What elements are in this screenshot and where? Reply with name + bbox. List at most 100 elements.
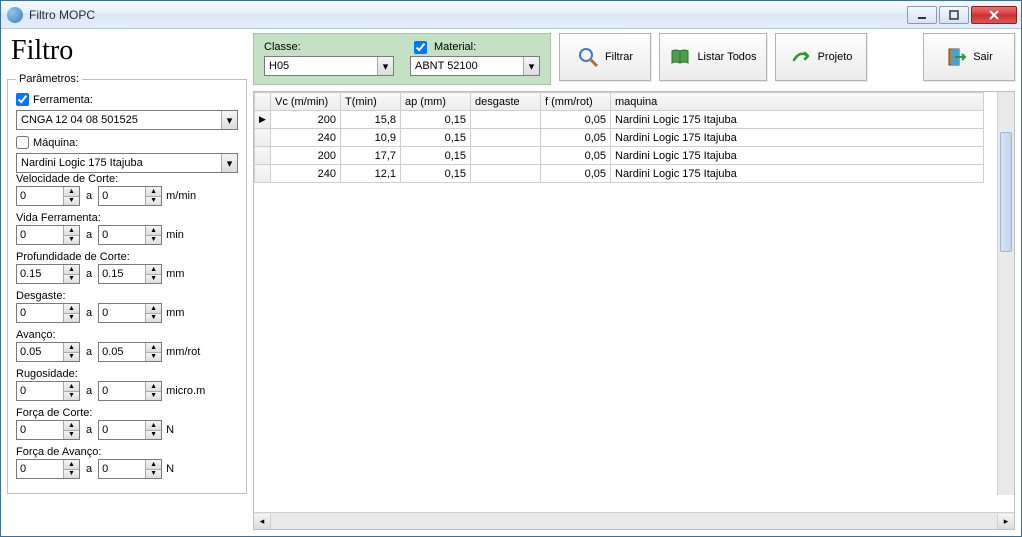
spin-input[interactable]: [99, 382, 145, 400]
spin-input[interactable]: [17, 265, 63, 283]
range-to-input[interactable]: ▲▼: [98, 264, 162, 284]
chevron-down-icon[interactable]: ▾: [221, 111, 237, 129]
spin-up-icon[interactable]: ▲: [64, 421, 79, 431]
spin-down-icon[interactable]: ▼: [146, 236, 161, 245]
spin-up-icon[interactable]: ▲: [146, 382, 161, 392]
spin-down-icon[interactable]: ▼: [64, 353, 79, 362]
maquina-check-wrap[interactable]: Máquina:: [16, 136, 238, 149]
grid-header[interactable]: Vc (m/min): [271, 93, 341, 111]
spin-down-icon[interactable]: ▼: [146, 275, 161, 284]
spin-up-icon[interactable]: ▲: [146, 304, 161, 314]
spin-down-icon[interactable]: ▼: [64, 392, 79, 401]
range-to-input[interactable]: ▲▼: [98, 420, 162, 440]
spin-down-icon[interactable]: ▼: [64, 470, 79, 479]
range-from-input[interactable]: ▲▼: [16, 303, 80, 323]
spin-down-icon[interactable]: ▼: [146, 392, 161, 401]
grid-cell[interactable]: 240: [271, 129, 341, 147]
spin-up-icon[interactable]: ▲: [64, 265, 79, 275]
range-to-input[interactable]: ▲▼: [98, 303, 162, 323]
grid-cell[interactable]: Nardini Logic 175 Itajuba: [611, 129, 984, 147]
grid-cell[interactable]: 0,15: [401, 111, 471, 129]
projeto-button[interactable]: Projeto: [775, 33, 867, 81]
spin-up-icon[interactable]: ▲: [64, 382, 79, 392]
minimize-button[interactable]: [907, 6, 937, 24]
chevron-down-icon[interactable]: ▾: [377, 57, 393, 75]
spin-input[interactable]: [17, 304, 63, 322]
grid-header[interactable]: desgaste: [471, 93, 541, 111]
spin-down-icon[interactable]: ▼: [146, 470, 161, 479]
ferramenta-checkbox[interactable]: [16, 93, 29, 106]
close-button[interactable]: [971, 6, 1017, 24]
maquina-checkbox[interactable]: [16, 136, 29, 149]
spin-down-icon[interactable]: ▼: [146, 314, 161, 323]
spin-input[interactable]: [99, 460, 145, 478]
range-to-input[interactable]: ▲▼: [98, 342, 162, 362]
scrollbar-thumb[interactable]: [1000, 132, 1012, 252]
spin-down-icon[interactable]: ▼: [146, 431, 161, 440]
grid-cell[interactable]: 15,8: [341, 111, 401, 129]
ferramenta-check-wrap[interactable]: Ferramenta:: [16, 93, 238, 106]
grid-cell[interactable]: 0,05: [541, 129, 611, 147]
range-to-input[interactable]: ▲▼: [98, 381, 162, 401]
spin-input[interactable]: [99, 343, 145, 361]
spin-input[interactable]: [17, 382, 63, 400]
scroll-right-icon[interactable]: ▸: [997, 514, 1014, 529]
spin-input[interactable]: [99, 187, 145, 205]
spin-up-icon[interactable]: ▲: [146, 421, 161, 431]
grid-cell[interactable]: [471, 111, 541, 129]
spin-input[interactable]: [17, 187, 63, 205]
spin-up-icon[interactable]: ▲: [146, 343, 161, 353]
range-from-input[interactable]: ▲▼: [16, 420, 80, 440]
grid-cell[interactable]: Nardini Logic 175 Itajuba: [611, 111, 984, 129]
grid-header[interactable]: T(min): [341, 93, 401, 111]
grid-cell[interactable]: 10,9: [341, 129, 401, 147]
range-from-input[interactable]: ▲▼: [16, 225, 80, 245]
grid-cell[interactable]: 0,05: [541, 111, 611, 129]
range-to-input[interactable]: ▲▼: [98, 225, 162, 245]
grid-cell[interactable]: 0,15: [401, 147, 471, 165]
range-from-input[interactable]: ▲▼: [16, 381, 80, 401]
spin-input[interactable]: [99, 265, 145, 283]
spin-up-icon[interactable]: ▲: [64, 187, 79, 197]
material-checkbox[interactable]: [414, 41, 427, 54]
spin-down-icon[interactable]: ▼: [64, 275, 79, 284]
grid-cell[interactable]: Nardini Logic 175 Itajuba: [611, 147, 984, 165]
spin-down-icon[interactable]: ▼: [64, 236, 79, 245]
grid-cell[interactable]: Nardini Logic 175 Itajuba: [611, 165, 984, 183]
grid-cell[interactable]: [471, 165, 541, 183]
grid-cell[interactable]: 0,15: [401, 129, 471, 147]
grid-cell[interactable]: 0,15: [401, 165, 471, 183]
spin-input[interactable]: [99, 304, 145, 322]
spin-up-icon[interactable]: ▲: [64, 460, 79, 470]
spin-input[interactable]: [17, 226, 63, 244]
grid-header[interactable]: f (mm/rot): [541, 93, 611, 111]
grid-cell[interactable]: 0,05: [541, 165, 611, 183]
range-from-input[interactable]: ▲▼: [16, 342, 80, 362]
spin-down-icon[interactable]: ▼: [64, 197, 79, 206]
chevron-down-icon[interactable]: ▾: [221, 154, 237, 172]
spin-up-icon[interactable]: ▲: [146, 226, 161, 236]
grid-cell[interactable]: 0,05: [541, 147, 611, 165]
filtrar-button[interactable]: Filtrar: [559, 33, 651, 81]
maximize-button[interactable]: [939, 6, 969, 24]
spin-up-icon[interactable]: ▲: [146, 187, 161, 197]
spin-input[interactable]: [17, 460, 63, 478]
ferramenta-combo[interactable]: CNGA 12 04 08 501525 ▾: [16, 110, 238, 130]
spin-up-icon[interactable]: ▲: [146, 265, 161, 275]
spin-down-icon[interactable]: ▼: [64, 314, 79, 323]
table-row[interactable]: ▶20015,80,150,05Nardini Logic 175 Itajub…: [255, 111, 984, 129]
range-to-input[interactable]: ▲▼: [98, 459, 162, 479]
spin-up-icon[interactable]: ▲: [146, 460, 161, 470]
grid-cell[interactable]: [471, 129, 541, 147]
spin-input[interactable]: [99, 421, 145, 439]
horizontal-scrollbar[interactable]: ◂ ▸: [254, 512, 1014, 529]
spin-up-icon[interactable]: ▲: [64, 226, 79, 236]
grid-header[interactable]: maquina: [611, 93, 984, 111]
grid-cell[interactable]: 12,1: [341, 165, 401, 183]
listar-todos-button[interactable]: Listar Todos: [659, 33, 767, 81]
grid-cell[interactable]: 200: [271, 111, 341, 129]
table-row[interactable]: 24010,90,15 0,05Nardini Logic 175 Itajuba: [255, 129, 984, 147]
vertical-scrollbar[interactable]: [997, 92, 1014, 495]
spin-down-icon[interactable]: ▼: [64, 431, 79, 440]
grid-cell[interactable]: [471, 147, 541, 165]
